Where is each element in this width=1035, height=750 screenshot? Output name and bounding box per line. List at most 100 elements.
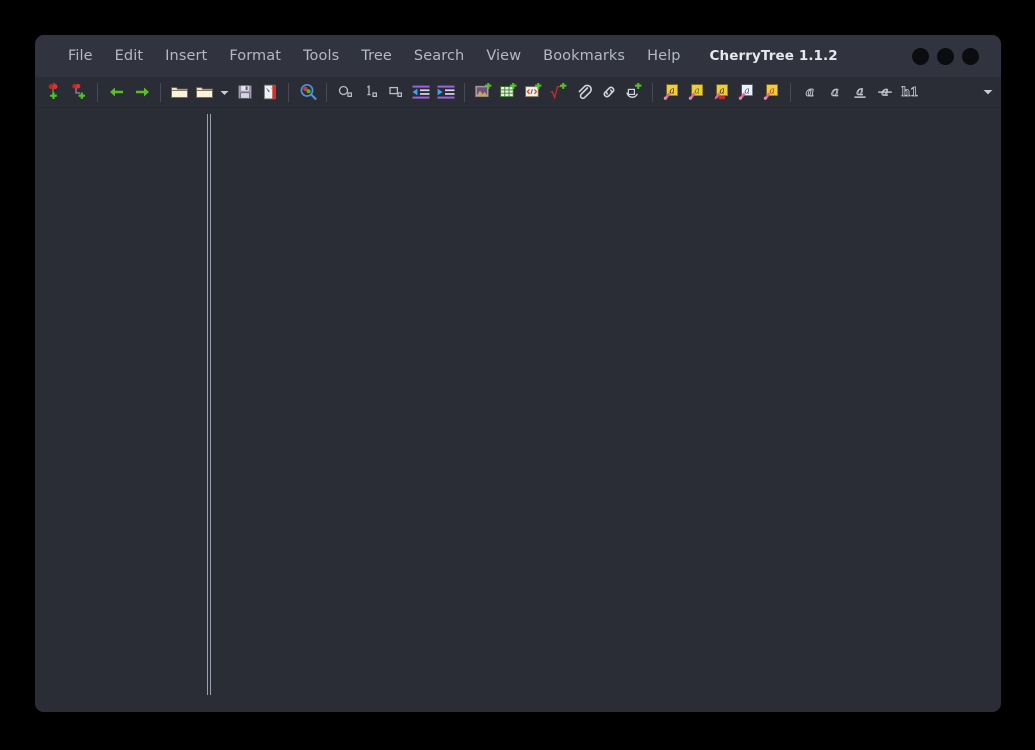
svg-text:a: a xyxy=(719,87,724,97)
cherrytree-window: File Edit Insert Format Tools Tree Searc… xyxy=(35,35,1001,712)
chain-link-glyph xyxy=(600,83,618,101)
svg-text:a: a xyxy=(669,87,674,97)
bold-icon[interactable]: a xyxy=(797,80,822,104)
save-floppy-icon[interactable] xyxy=(232,80,257,104)
anchor-plus-glyph xyxy=(624,83,643,101)
codebox-plus-glyph xyxy=(524,83,543,101)
menubar: File Edit Insert Format Tools Tree Searc… xyxy=(35,45,692,67)
new-node-icon[interactable] xyxy=(41,80,66,104)
svg-text:a: a xyxy=(769,87,774,97)
menu-bookmarks[interactable]: Bookmarks xyxy=(532,45,636,67)
insert-image-icon[interactable] xyxy=(471,80,496,104)
letter-a-pen-glyph: a xyxy=(662,83,681,101)
svg-text:a: a xyxy=(744,87,749,97)
chevron-down-glyph xyxy=(219,87,230,98)
letter-a-blue-glyph: a xyxy=(737,83,756,101)
remove-formatting-icon[interactable]: a xyxy=(759,80,784,104)
window-title: CherryTree 1.1.2 xyxy=(710,48,838,64)
indent-decrease-glyph xyxy=(436,83,456,101)
letter-a-eraser-glyph: a xyxy=(762,83,781,101)
menu-tree[interactable]: Tree xyxy=(350,45,403,67)
new-node-glyph xyxy=(45,83,63,101)
new-subnode-icon[interactable] xyxy=(66,80,91,104)
right-arrow-glyph xyxy=(133,83,151,101)
recent-documents-icon[interactable] xyxy=(192,80,217,104)
svg-text:h1: h1 xyxy=(901,85,918,99)
text-highlight-icon[interactable]: a xyxy=(709,80,734,104)
open-folder-icon[interactable] xyxy=(167,80,192,104)
menu-view[interactable]: View xyxy=(475,45,532,67)
strikethrough-a-glyph: a xyxy=(876,83,894,101)
todo-checkbox-glyph xyxy=(387,83,405,101)
toolbar-separator xyxy=(160,83,161,102)
italic-a-glyph: a xyxy=(826,83,844,101)
indent-decrease-icon[interactable] xyxy=(433,80,458,104)
text-color-background-icon[interactable]: a xyxy=(684,80,709,104)
close-button[interactable] xyxy=(962,48,979,65)
toolbar-overflow-chevron-down-icon[interactable] xyxy=(980,80,995,104)
svg-text:a: a xyxy=(831,85,839,100)
menu-format[interactable]: Format xyxy=(218,45,292,67)
menu-insert[interactable]: Insert xyxy=(154,45,218,67)
bulleted-list-icon[interactable] xyxy=(333,80,358,104)
paperclip-glyph xyxy=(575,83,593,101)
svg-text:a: a xyxy=(805,85,813,100)
indent-increase-glyph xyxy=(411,83,431,101)
folder-glyph xyxy=(170,83,189,101)
left-arrow-glyph xyxy=(108,83,126,101)
go-back-arrow-icon[interactable] xyxy=(104,80,129,104)
letter-a-pen-green-glyph: a xyxy=(687,83,706,101)
insert-table-icon[interactable] xyxy=(496,80,521,104)
svg-text:a: a xyxy=(694,87,699,97)
pane-splitter[interactable] xyxy=(207,108,212,712)
toolbar-separator xyxy=(326,83,327,102)
insert-formula-icon[interactable] xyxy=(546,80,571,104)
letter-a-pen-red-glyph: a xyxy=(712,83,731,101)
new-subnode-glyph xyxy=(70,83,88,101)
numbered-list-icon[interactable] xyxy=(358,80,383,104)
floppy-disk-glyph xyxy=(236,83,254,101)
find-magnifier-icon[interactable] xyxy=(295,80,320,104)
go-forward-arrow-icon[interactable] xyxy=(129,80,154,104)
menu-search[interactable]: Search xyxy=(403,45,475,67)
italic-icon[interactable]: a xyxy=(822,80,847,104)
attach-file-paperclip-icon[interactable] xyxy=(571,80,596,104)
main-content xyxy=(35,108,1001,712)
indent-increase-icon[interactable] xyxy=(408,80,433,104)
toolbar-separator xyxy=(288,83,289,102)
table-plus-glyph xyxy=(499,83,518,101)
text-color-blue-icon[interactable]: a xyxy=(734,80,759,104)
heading-h1-icon[interactable]: h1 xyxy=(897,80,922,104)
underline-icon[interactable]: a xyxy=(847,80,872,104)
bold-a-glyph: a xyxy=(801,83,819,101)
number-list-glyph xyxy=(362,83,380,101)
maximize-button[interactable] xyxy=(937,48,954,65)
recent-documents-chevron-down-icon[interactable] xyxy=(217,80,232,104)
titlebar: File Edit Insert Format Tools Tree Searc… xyxy=(35,35,1001,77)
bullet-list-glyph xyxy=(337,83,355,101)
chevron-down-glyph xyxy=(982,86,994,98)
toolbar-separator xyxy=(464,83,465,102)
rich-text-editor[interactable] xyxy=(212,108,1001,712)
toolbar-separator xyxy=(97,83,98,102)
todo-list-icon[interactable] xyxy=(383,80,408,104)
menu-tools[interactable]: Tools xyxy=(292,45,350,67)
toolbar-separator xyxy=(652,83,653,102)
menu-edit[interactable]: Edit xyxy=(104,45,154,67)
minimize-button[interactable] xyxy=(912,48,929,65)
menu-file[interactable]: File xyxy=(57,45,104,67)
menu-help[interactable]: Help xyxy=(636,45,691,67)
save-as-icon[interactable] xyxy=(257,80,282,104)
insert-link-icon[interactable] xyxy=(596,80,621,104)
insert-codebox-icon[interactable] xyxy=(521,80,546,104)
tree-pane[interactable] xyxy=(35,108,207,712)
formula-sqrt-plus-glyph xyxy=(549,83,568,101)
underline-a-glyph: a xyxy=(851,83,869,101)
svg-text:a: a xyxy=(856,84,863,98)
toolbar: a a a a xyxy=(35,77,1001,108)
image-plus-glyph xyxy=(474,83,493,101)
strikethrough-icon[interactable]: a xyxy=(872,80,897,104)
heading-h1-glyph: h1 xyxy=(900,83,920,101)
text-color-foreground-icon[interactable]: a xyxy=(659,80,684,104)
insert-anchor-icon[interactable] xyxy=(621,80,646,104)
